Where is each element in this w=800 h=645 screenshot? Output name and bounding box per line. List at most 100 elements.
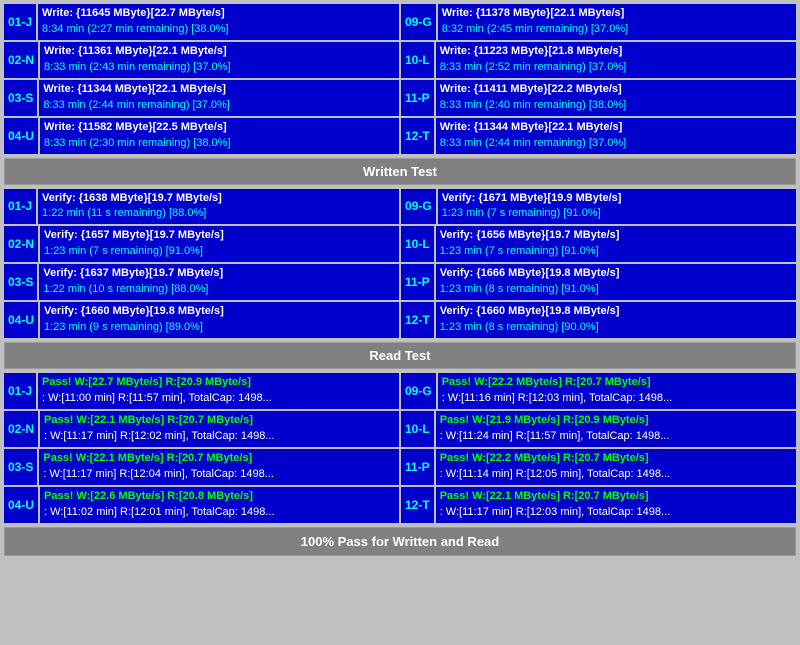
left-top-3: Write: {11582 MByte}[22.5 MByte/s]: [44, 120, 395, 136]
right-cell-1: 10-LWrite: {11223 MByte}[21.8 MByte/s]8:…: [401, 42, 796, 78]
left-bot-1: 1:23 min (7 s remaining) [91.0%]: [44, 244, 395, 260]
right-info-2: Pass! W:[22.2 MByte/s] R:[20.7 MByte/s]:…: [436, 449, 796, 485]
left-id-1: 02-N: [4, 411, 38, 447]
right-top-3: Pass! W:[22.1 MByte/s] R:[20.7 MByte/s]: [440, 489, 792, 505]
right-id-3: 12-T: [401, 118, 434, 154]
right-id-3: 12-T: [401, 487, 434, 523]
right-bot-2: : W:[11:14 min] R:[12:05 min], TotalCap:…: [440, 467, 792, 483]
left-info-0: Pass! W:[22.7 MByte/s] R:[20.9 MByte/s]:…: [38, 373, 399, 409]
right-top-2: Verify: {1666 MByte}[19.8 MByte/s]: [440, 266, 792, 282]
left-cell-3: 04-UVerify: {1660 MByte}[19.8 MByte/s]1:…: [4, 302, 399, 338]
right-id-2: 11-P: [401, 449, 434, 485]
right-top-2: Pass! W:[22.2 MByte/s] R:[20.7 MByte/s]: [440, 451, 792, 467]
left-bot-2: 1:22 min (10 s remaining) [88.0%]: [43, 282, 395, 298]
left-info-3: Verify: {1660 MByte}[19.8 MByte/s]1:23 m…: [40, 302, 399, 338]
left-cell-0: 01-JPass! W:[22.7 MByte/s] R:[20.9 MByte…: [4, 373, 399, 409]
left-id-0: 01-J: [4, 373, 36, 409]
data-row-1: 02-NVerify: {1657 MByte}[19.7 MByte/s]1:…: [4, 226, 796, 262]
left-bot-2: : W:[11:17 min] R:[12:04 min], TotalCap:…: [43, 467, 395, 483]
right-info-1: Verify: {1656 MByte}[19.7 MByte/s]1:23 m…: [436, 226, 796, 262]
left-id-0: 01-J: [4, 4, 36, 40]
left-cell-1: 02-NPass! W:[22.1 MByte/s] R:[20.7 MByte…: [4, 411, 399, 447]
right-cell-3: 12-TWrite: {11344 MByte}[22.1 MByte/s]8:…: [401, 118, 796, 154]
left-id-1: 02-N: [4, 226, 38, 262]
right-info-3: Write: {11344 MByte}[22.1 MByte/s]8:33 m…: [436, 118, 796, 154]
right-bot-3: 1:23 min (8 s remaining) [90.0%]: [440, 320, 792, 336]
left-cell-2: 03-SWrite: {11344 MByte}[22.1 MByte/s]8:…: [4, 80, 399, 116]
left-bot-1: : W:[11:17 min] R:[12:02 min], TotalCap:…: [44, 429, 395, 445]
left-info-1: Verify: {1657 MByte}[19.7 MByte/s]1:23 m…: [40, 226, 399, 262]
right-bot-3: 8:33 min (2:44 min remaining) [37.0%]: [440, 136, 792, 152]
verify-section: 01-JVerify: {1638 MByte}[19.7 MByte/s]1:…: [4, 189, 796, 339]
left-top-1: Verify: {1657 MByte}[19.7 MByte/s]: [44, 228, 395, 244]
right-bot-0: 1:23 min (7 s remaining) [91.0%]: [442, 206, 792, 222]
left-id-2: 03-S: [4, 264, 37, 300]
right-info-0: Write: {11378 MByte}[22.1 MByte/s]8:32 m…: [438, 4, 796, 40]
left-id-0: 01-J: [4, 189, 36, 225]
left-bot-1: 8:33 min (2:43 min remaining) [37.0%]: [44, 60, 395, 76]
right-cell-1: 10-LVerify: {1656 MByte}[19.7 MByte/s]1:…: [401, 226, 796, 262]
left-bot-3: : W:[11:02 min] R:[12:01 min], TotalCap:…: [44, 505, 395, 521]
left-cell-1: 02-N Write: {11361 MByte}[22.1 MByte/s]8:…: [4, 42, 399, 78]
written-test-divider: Written Test: [4, 158, 796, 185]
right-cell-2: 11-PWrite: {11411 MByte}[22.2 MByte/s]8:…: [401, 80, 796, 116]
left-cell-2: 03-SPass! W:[22.1 MByte/s] R:[20.7 MByte…: [4, 449, 399, 485]
right-info-1: Pass! W:[21.9 MByte/s] R:[20.9 MByte/s]:…: [436, 411, 796, 447]
left-top-0: Pass! W:[22.7 MByte/s] R:[20.9 MByte/s]: [42, 375, 395, 391]
right-id-2: 11-P: [401, 264, 434, 300]
right-info-1: Write: {11223 MByte}[21.8 MByte/s]8:33 m…: [436, 42, 796, 78]
left-id-3: 04-U: [4, 487, 38, 523]
left-bot-0: 1:22 min (11 s remaining) [88.0%]: [42, 206, 395, 222]
left-top-2: Verify: {1637 MByte}[19.7 MByte/s]: [43, 266, 395, 282]
right-info-2: Verify: {1666 MByte}[19.8 MByte/s]1:23 m…: [436, 264, 796, 300]
left-bot-3: 8:33 min (2:30 min remaining) [38.0%]: [44, 136, 395, 152]
verify-rows: 01-JVerify: {1638 MByte}[19.7 MByte/s]1:…: [4, 189, 796, 339]
left-bot-3: 1:23 min (9 s remaining) [89.0%]: [44, 320, 395, 336]
right-id-1: 10-L: [401, 411, 434, 447]
right-top-1: Verify: {1656 MByte}[19.7 MByte/s]: [440, 228, 792, 244]
write-section: 01-JWrite: {11645 MByte}[22.7 MByte/s]8:…: [4, 4, 796, 154]
read-test-divider: Read Test: [4, 342, 796, 369]
main-container: 01-JWrite: {11645 MByte}[22.7 MByte/s]8:…: [0, 0, 800, 560]
right-id-3: 12-T: [401, 302, 434, 338]
right-top-1: Write: {11223 MByte}[21.8 MByte/s]: [440, 44, 792, 60]
left-info-2: Write: {11344 MByte}[22.1 MByte/s]8:33 m…: [39, 80, 399, 116]
bottom-bar-text: 100% Pass for Written and Read: [301, 534, 499, 549]
right-id-1: 10-L: [401, 42, 434, 78]
left-info-3: Write: {11582 MByte}[22.5 MByte/s]8:33 m…: [40, 118, 399, 154]
left-info-0: Write: {11645 MByte}[22.7 MByte/s]8:34 m…: [38, 4, 399, 40]
left-cell-0: 01-JVerify: {1638 MByte}[19.7 MByte/s]1:…: [4, 189, 399, 225]
left-id-2: 03-S: [4, 80, 37, 116]
right-top-0: Write: {11378 MByte}[22.1 MByte/s]: [442, 6, 792, 22]
data-row-3: 04-UPass! W:[22.6 MByte/s] R:[20.8 MByte…: [4, 487, 796, 523]
left-id-3: 04-U: [4, 118, 38, 154]
left-id-2: 03-S: [4, 449, 37, 485]
right-bot-2: 1:23 min (8 s remaining) [91.0%]: [440, 282, 792, 298]
right-top-3: Write: {11344 MByte}[22.1 MByte/s]: [440, 120, 792, 136]
left-cell-1: 02-NVerify: {1657 MByte}[19.7 MByte/s]1:…: [4, 226, 399, 262]
left-top-3: Verify: {1660 MByte}[19.8 MByte/s]: [44, 304, 395, 320]
left-info-3: Pass! W:[22.6 MByte/s] R:[20.8 MByte/s]:…: [40, 487, 399, 523]
data-row-2: 03-SVerify: {1637 MByte}[19.7 MByte/s]1:…: [4, 264, 796, 300]
left-id-3: 04-U: [4, 302, 38, 338]
right-bot-0: : W:[11:16 min] R:[12:03 min], TotalCap:…: [442, 391, 792, 407]
right-info-0: Verify: {1671 MByte}[19.9 MByte/s]1:23 m…: [438, 189, 796, 225]
right-cell-2: 11-PVerify: {1666 MByte}[19.8 MByte/s]1:…: [401, 264, 796, 300]
right-cell-3: 12-TVerify: {1660 MByte}[19.8 MByte/s]1:…: [401, 302, 796, 338]
right-cell-0: 09-GWrite: {11378 MByte}[22.1 MByte/s]8:…: [401, 4, 796, 40]
right-top-0: Verify: {1671 MByte}[19.9 MByte/s]: [442, 191, 792, 207]
data-row-0: 01-JWrite: {11645 MByte}[22.7 MByte/s]8:…: [4, 4, 796, 40]
data-row-2: 03-SWrite: {11344 MByte}[22.1 MByte/s]8:…: [4, 80, 796, 116]
left-info-2: Verify: {1637 MByte}[19.7 MByte/s]1:22 m…: [39, 264, 399, 300]
right-top-2: Write: {11411 MByte}[22.2 MByte/s]: [440, 82, 792, 98]
left-id-1: 02-N: [4, 42, 38, 78]
left-top-1: Write: {11361 MByte}[22.1 MByte/s]: [44, 44, 395, 60]
right-id-0: 09-G: [401, 4, 436, 40]
right-cell-0: 09-GVerify: {1671 MByte}[19.9 MByte/s]1:…: [401, 189, 796, 225]
right-bot-1: 1:23 min (7 s remaining) [91.0%]: [440, 244, 792, 260]
left-info-0: Verify: {1638 MByte}[19.7 MByte/s]1:22 m…: [38, 189, 399, 225]
left-info-1: Pass! W:[22.1 MByte/s] R:[20.7 MByte/s]:…: [40, 411, 399, 447]
written-test-label: Written Test: [363, 164, 437, 179]
data-row-1: 02-NPass! W:[22.1 MByte/s] R:[20.7 MByte…: [4, 411, 796, 447]
right-id-1: 10-L: [401, 226, 434, 262]
